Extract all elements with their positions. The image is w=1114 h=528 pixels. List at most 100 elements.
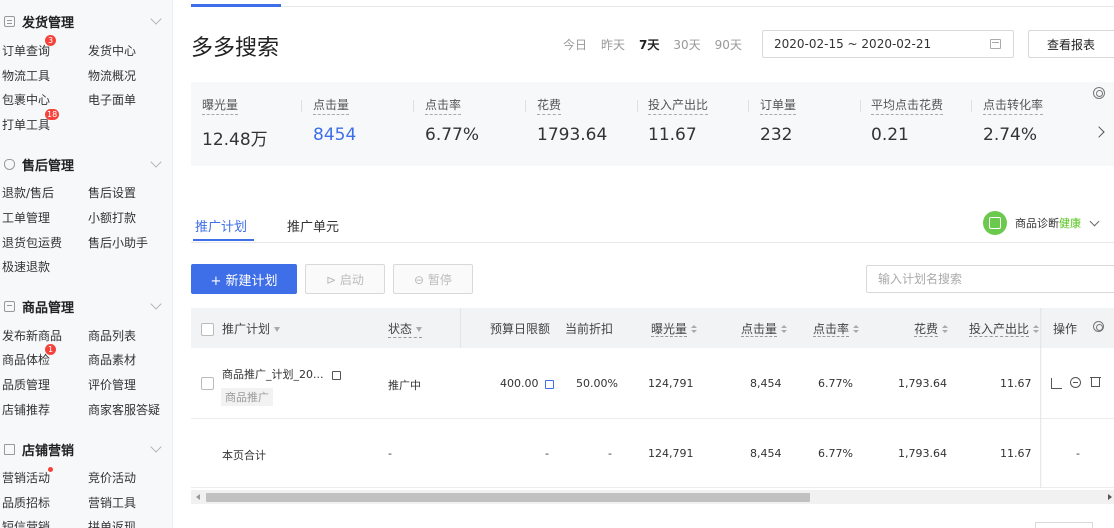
sidebar-section-title: 店铺营销	[22, 443, 75, 459]
tab-plans[interactable]: 推广计划	[195, 216, 247, 235]
sidebar-item-logistics-overview[interactable]: 物流概况	[88, 67, 136, 84]
sort-icon[interactable]	[1033, 325, 1040, 334]
divider	[971, 100, 972, 112]
sort-icon[interactable]	[942, 325, 949, 334]
column-header-impressions[interactable]: 曝光量	[651, 320, 698, 337]
chevron-down-icon[interactable]	[150, 441, 162, 453]
sidebar-section-header[interactable]: 店铺营销	[4, 438, 164, 460]
sidebar-item-fast-refund[interactable]: 极速退款	[2, 258, 50, 275]
sidebar-item-quality-bidding[interactable]: 品质招标	[2, 494, 50, 511]
pagination-control[interactable]	[1035, 522, 1093, 528]
sidebar-section-header[interactable]: 商品管理	[4, 295, 164, 317]
budget-cell: -	[545, 447, 549, 460]
new-plan-button[interactable]: + 新建计划	[191, 264, 297, 294]
ctr-cell: 6.77%	[818, 447, 853, 460]
column-settings-icon[interactable]	[1093, 321, 1104, 332]
chevron-down-icon[interactable]	[150, 13, 162, 25]
pause-icon: ⊖	[414, 272, 428, 287]
column-header-ctr[interactable]: 点击率	[813, 320, 860, 337]
date-tab-30d[interactable]: 30天	[673, 36, 700, 53]
sidebar-item-product-assets[interactable]: 商品素材	[88, 351, 136, 368]
chevron-down-icon[interactable]	[150, 298, 162, 310]
sidebar-item-after-sales-settings[interactable]: 售后设置	[88, 184, 136, 201]
sidebar-section-header[interactable]: 售后管理	[4, 153, 164, 175]
sidebar-item-publish-product[interactable]: 发布新商品	[2, 327, 62, 344]
edit-icon[interactable]	[331, 370, 341, 380]
chevron-right-icon[interactable]	[1093, 126, 1105, 138]
sidebar-item-refunds[interactable]: 退款/售后	[2, 184, 54, 201]
column-header-status[interactable]: 状态	[388, 320, 423, 338]
horizontal-scrollbar[interactable]	[191, 490, 1114, 504]
pause-circle-icon[interactable]	[1070, 377, 1081, 388]
date-tab-7d[interactable]: 7天	[639, 36, 659, 53]
filter-icon[interactable]	[274, 327, 281, 332]
scrollbar-thumb[interactable]	[206, 493, 810, 502]
row-checkbox[interactable]	[201, 377, 214, 390]
sidebar-item-shipping-center[interactable]: 发货中心	[88, 42, 136, 59]
sidebar-item-order-query[interactable]: 订单查询 3	[2, 35, 56, 59]
gear-icon[interactable]	[1093, 87, 1105, 99]
sidebar-item-quality[interactable]: 品质管理	[2, 376, 50, 393]
sidebar-item-e-waybill[interactable]: 电子面单	[88, 91, 136, 108]
chevron-down-icon[interactable]	[150, 156, 162, 168]
plan-search-input[interactable]	[866, 265, 1114, 293]
sort-icon[interactable]	[691, 325, 698, 334]
metric-label: 点击量	[313, 96, 350, 115]
sidebar-item-product-list[interactable]: 商品列表	[88, 327, 136, 344]
view-report-button[interactable]: 查看报表	[1028, 30, 1114, 58]
column-header-clicks[interactable]: 点击量	[741, 320, 788, 337]
date-range-value: 2020-02-15 ~ 2020-02-21	[774, 37, 932, 51]
sidebar-item-return-shipping[interactable]: 退货包运费	[2, 234, 62, 251]
chart-icon[interactable]	[1051, 378, 1062, 389]
sidebar-item-tickets[interactable]: 工单管理	[2, 209, 50, 226]
sidebar-item-small-payment[interactable]: 小额打款	[88, 209, 136, 226]
column-header-roi[interactable]: 投入产出比	[969, 320, 1040, 337]
table-total-row: 本页合计 - - - 124,791 8,454 6.77% 1,793.64 …	[191, 419, 1114, 488]
date-range-picker[interactable]: 2020-02-15 ~ 2020-02-21	[762, 30, 1014, 58]
date-tab-today[interactable]: 今日	[563, 36, 587, 53]
date-tab-90d[interactable]: 90天	[715, 36, 742, 53]
sidebar-item-customer-qa[interactable]: 商家客服答疑	[88, 401, 160, 418]
metric-value: 6.77%	[425, 125, 480, 145]
sidebar-item-marketing-tools[interactable]: 营销工具	[88, 494, 136, 511]
column-label: 投入产出比	[969, 322, 1030, 337]
sort-icon[interactable]	[781, 325, 788, 334]
metric-value: 12.48万	[202, 130, 268, 150]
pause-button[interactable]: ⊖ 暂停	[393, 264, 473, 294]
scroll-right-icon[interactable]	[1108, 494, 1112, 500]
sidebar-item-marketing-activity[interactable]: 营销活动	[2, 467, 53, 486]
metric-orders: 订单量 232	[760, 96, 797, 145]
sidebar-item-group-cashback[interactable]: 拼单返现	[88, 518, 136, 528]
chevron-down-icon[interactable]	[1089, 216, 1100, 226]
metric-value: 1793.64	[537, 125, 608, 145]
budget-cell[interactable]: 400.00	[500, 377, 554, 390]
divider	[748, 100, 749, 112]
product-diagnosis[interactable]: 商品诊断 健康	[983, 211, 1100, 235]
sidebar-item-bidding[interactable]: 竞价活动	[88, 469, 136, 486]
sidebar-item-label: 营销活动	[2, 471, 51, 485]
sidebar-item-package-center[interactable]: 包裹中心	[2, 91, 50, 108]
scroll-left-icon[interactable]	[196, 494, 200, 500]
date-tab-yesterday[interactable]: 昨天	[601, 36, 625, 53]
filter-icon[interactable]	[416, 327, 423, 332]
column-header-cost[interactable]: 花费	[914, 320, 949, 337]
select-all-checkbox[interactable]	[201, 323, 214, 336]
edit-icon[interactable]	[544, 379, 554, 389]
sidebar-item-reviews[interactable]: 评价管理	[88, 376, 136, 393]
tab-units[interactable]: 推广单元	[287, 216, 339, 235]
column-header-plan[interactable]: 推广计划	[222, 320, 281, 337]
sort-icon[interactable]	[853, 325, 860, 334]
plan-name-cell[interactable]: 商品推广_计划_20...	[222, 366, 341, 382]
sidebar-item-print-tool[interactable]: 打单工具 18	[2, 109, 60, 133]
trash-icon[interactable]	[1090, 377, 1101, 387]
start-button[interactable]: ⊳ 启动	[305, 264, 385, 294]
sidebar-item-sms-marketing[interactable]: 短信营销	[2, 518, 50, 528]
sidebar-item-logistics-tools[interactable]: 物流工具	[2, 67, 50, 84]
start-label: 启动	[339, 272, 364, 287]
sidebar-item-after-sales-assistant[interactable]: 售后小助手	[88, 234, 148, 251]
sidebar-item-product-checkup[interactable]: 商品体检 1	[2, 344, 56, 368]
discount-cell: 50.00%	[576, 377, 618, 390]
sidebar-item-shop-recommend[interactable]: 店铺推荐	[2, 401, 50, 418]
cost-cell: 1,793.64	[898, 377, 947, 390]
sidebar-section-header[interactable]: 发货管理	[4, 10, 164, 32]
